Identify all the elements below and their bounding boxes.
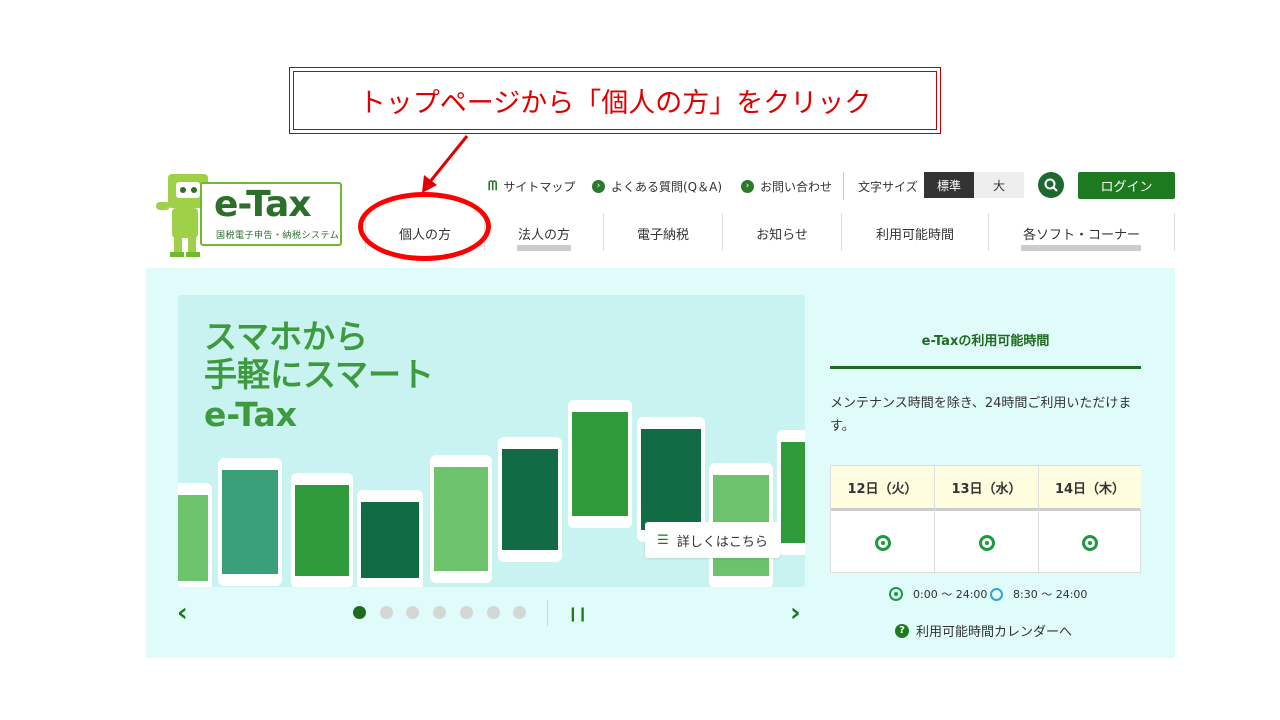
contact-label: お問い合わせ <box>760 179 833 194</box>
nav-news[interactable]: お知らせ <box>723 212 841 254</box>
sitemap-icon: ᗰ <box>488 178 498 194</box>
full-availability-icon <box>874 534 891 551</box>
legend-partial-label: 8:30 ～ 24:00 <box>1013 588 1088 601</box>
divider <box>843 172 844 200</box>
partial-availability-icon <box>990 587 1003 601</box>
divider <box>547 600 548 626</box>
banner-title-line: スマホから <box>204 317 369 356</box>
carousel-dot[interactable] <box>513 606 526 619</box>
carousel-dot[interactable] <box>460 606 473 619</box>
day-status <box>831 511 934 574</box>
nav-divider <box>1174 213 1175 251</box>
chevron-left-icon: ‹ <box>177 598 188 628</box>
search-button[interactable] <box>1038 172 1064 198</box>
banner-title-line: e-Tax <box>204 395 298 434</box>
font-size-standard-button[interactable]: 標準 <box>924 172 974 198</box>
sitemap-label: サイトマップ <box>503 179 576 194</box>
day-header: 14日（木） <box>1039 466 1141 508</box>
nav-available-hours[interactable]: 利用可能時間 <box>842 212 988 254</box>
pause-icon: ❙❙ <box>567 606 589 622</box>
full-availability-icon <box>889 587 903 601</box>
faq-link[interactable]: › よくある質問(Q＆A) <box>592 174 722 198</box>
availability-description: メンテナンス時間を除き、24時間ご利用いただけます。 <box>830 396 1132 434</box>
chevron-right-icon: › <box>592 179 605 193</box>
login-button[interactable]: ログイン <box>1078 172 1175 199</box>
day-status <box>1039 511 1141 574</box>
instruction-callout: トップページから「個人の方」をクリック <box>289 67 941 134</box>
legend-full-label: 0:00 ～ 24:00 <box>913 588 988 601</box>
faq-label: よくある質問(Q＆A) <box>611 179 723 194</box>
carousel-dot[interactable] <box>380 606 393 619</box>
highlight-circle <box>358 192 491 261</box>
font-size-large-button[interactable]: 大 <box>974 172 1024 198</box>
carousel-dot[interactable] <box>353 606 366 619</box>
banner-title-line: 手軽にスマート <box>204 355 435 394</box>
full-availability-icon <box>1082 534 1098 551</box>
sitemap-link[interactable]: ᗰ サイトマップ <box>488 174 575 198</box>
search-icon <box>1044 178 1058 192</box>
calendar-link-label: 利用可能時間カレンダーへ <box>916 625 1073 640</box>
nav-submenu-indicator <box>1021 245 1141 251</box>
carousel-dot[interactable] <box>433 606 446 619</box>
carousel-next-button[interactable]: › <box>790 598 801 628</box>
carousel-dot[interactable] <box>487 606 500 619</box>
full-availability-icon <box>978 534 995 551</box>
list-icon: ☰ <box>657 532 669 548</box>
logo-subtitle: 国税電子申告・納税システム <box>216 231 340 241</box>
title-underline <box>830 366 1141 369</box>
logo-name: e-Tax <box>214 184 311 225</box>
day-header: 13日（水） <box>935 466 1038 508</box>
font-size-label: 文字サイズ <box>858 180 918 194</box>
instruction-text: トップページから「個人の方」をクリック <box>293 71 937 130</box>
nav-submenu-indicator <box>517 245 571 251</box>
etax-logo[interactable]: e-Tax 国税電子申告・納税システム <box>150 172 345 257</box>
help-icon: ? <box>895 623 909 638</box>
day-header: 12日（火） <box>831 466 934 508</box>
nav-e-payment[interactable]: 電子納税 <box>604 212 722 254</box>
carousel-pause-button[interactable]: ❙❙ <box>567 606 589 622</box>
contact-link[interactable]: › お問い合わせ <box>741 174 832 198</box>
carousel-dot[interactable] <box>406 606 419 619</box>
day-status <box>935 511 1038 574</box>
chevron-right-icon: › <box>741 179 754 193</box>
chevron-right-icon: › <box>790 598 801 628</box>
legend-full: 0:00 ～ 24:00 <box>889 586 987 602</box>
legend-partial: 8:30 ～ 24:00 <box>990 586 1087 602</box>
details-label: 詳しくはこちら <box>676 534 768 550</box>
details-button[interactable]: ☰ 詳しくはこちら <box>645 522 780 558</box>
availability-table: 12日（火） 13日（水） 14日（木） <box>830 465 1141 574</box>
availability-title: e-Taxの利用可能時間 <box>921 334 1050 349</box>
carousel-prev-button[interactable]: ‹ <box>177 598 188 628</box>
calendar-link[interactable]: ? 利用可能時間カレンダーへ <box>895 621 1072 640</box>
